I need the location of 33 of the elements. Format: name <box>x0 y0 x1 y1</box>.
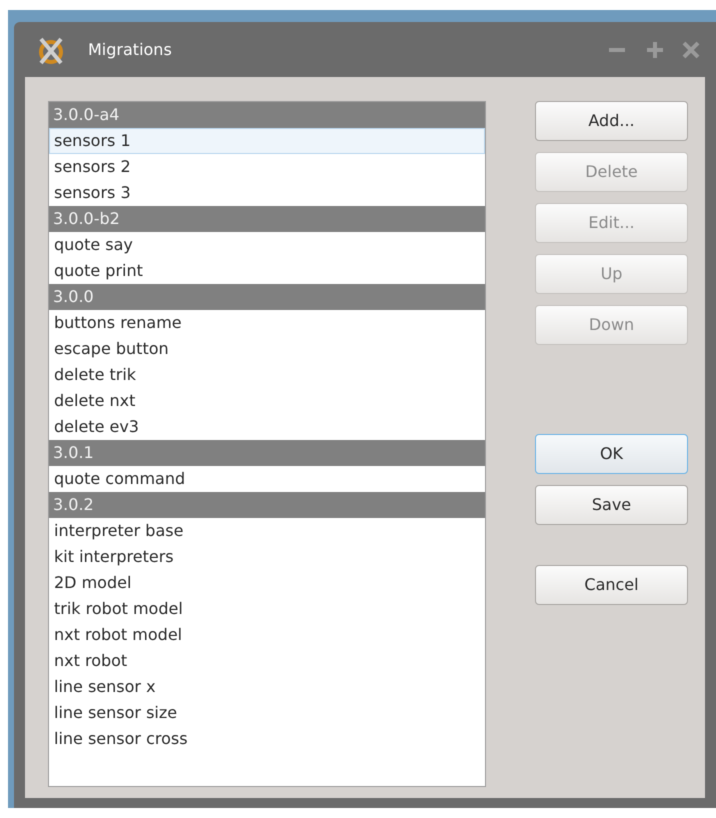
migration-item[interactable]: delete trik <box>49 362 485 388</box>
migration-item[interactable]: sensors 1 <box>49 128 485 154</box>
dialog-button[interactable]: Add... <box>535 101 688 141</box>
version-header[interactable]: 3.0.2 <box>49 492 485 518</box>
version-header[interactable]: 3.0.0-b2 <box>49 206 485 232</box>
maximize-icon[interactable] <box>646 40 664 58</box>
migration-item[interactable]: line sensor cross <box>49 726 485 752</box>
migration-item[interactable]: delete nxt <box>49 388 485 414</box>
migration-item[interactable]: 2D model <box>49 570 485 596</box>
migration-item[interactable]: trik robot model <box>49 596 485 622</box>
migration-item[interactable]: delete ev3 <box>49 414 485 440</box>
migration-item[interactable]: line sensor size <box>49 700 485 726</box>
migration-item[interactable]: buttons rename <box>49 310 485 336</box>
migrations-list[interactable] <box>48 101 486 787</box>
dialog-button[interactable]: OK <box>535 434 688 474</box>
migration-item[interactable]: quote command <box>49 466 485 492</box>
migration-item[interactable]: escape button <box>49 336 485 362</box>
version-header[interactable]: 3.0.1 <box>49 440 485 466</box>
migration-item[interactable]: quote print <box>49 258 485 284</box>
migration-item[interactable]: nxt robot model <box>49 622 485 648</box>
version-header[interactable]: 3.0.0 <box>49 284 485 310</box>
migration-item[interactable]: interpreter base <box>49 518 485 544</box>
window-title: Migrations <box>88 38 172 60</box>
migration-item[interactable]: sensors 2 <box>49 154 485 180</box>
close-icon[interactable] <box>682 40 700 58</box>
migration-item[interactable]: kit interpreters <box>49 544 485 570</box>
dialog-button[interactable]: Save <box>535 485 688 525</box>
version-header[interactable]: 3.0.0-a4 <box>49 102 485 128</box>
migration-item[interactable]: quote say <box>49 232 485 258</box>
migration-item[interactable]: sensors 3 <box>49 180 485 206</box>
migration-item[interactable]: nxt robot <box>49 648 485 674</box>
dialog-button[interactable]: Cancel <box>535 565 688 605</box>
migration-item[interactable]: line sensor x <box>49 674 485 700</box>
